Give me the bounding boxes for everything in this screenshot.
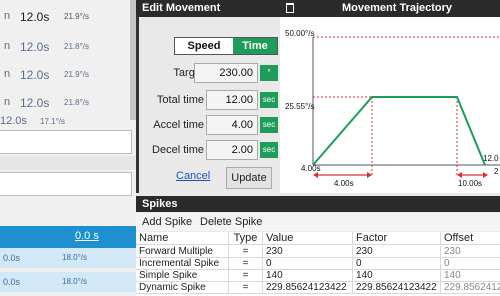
target-row: Target 230.00 ° [136, 63, 286, 83]
speed-time-toggle[interactable]: Speed Time [174, 37, 278, 55]
trajectory-chart: 50.00°/s 25.55°/s 4.00s 4.00s 10.00s 12.… [280, 17, 500, 193]
table-row[interactable]: Forward Multiple = 230 230 230 [136, 246, 500, 258]
accel-time-label: Accel time [153, 119, 204, 131]
spike-value: 230 [262, 246, 352, 258]
spike-factor: 229.85624123422 [352, 282, 440, 294]
start-time-label: 4.00s [301, 164, 321, 173]
list-item-time: 12.0s [0, 115, 27, 127]
list-item-speed: 21.8°/s [64, 98, 89, 107]
spike-type: = [228, 270, 262, 282]
max-speed-label: 50.00°/s [285, 29, 314, 38]
target-field[interactable]: 230.00 [194, 63, 258, 83]
spike-name: Dynamic Spike [139, 282, 206, 293]
end-time-label-2: 2 [494, 167, 499, 176]
accel-time-label: 4.00s [334, 179, 354, 188]
sec-unit: sec [260, 142, 278, 158]
list-item-time: 12.0s [20, 40, 50, 54]
spike-offset: 230 [440, 246, 500, 258]
total-time-label: Total time [156, 94, 204, 106]
movement-list-panel: n 12.0s 21.9°/s n 12.0s 21.8°/s n 12.0s … [0, 0, 136, 296]
decel-time-row: Decel time 2.00 sec [136, 140, 286, 160]
left-input-box[interactable] [0, 130, 132, 154]
selected-row-value[interactable]: 0.0 s [75, 230, 99, 242]
list-item[interactable]: n 12.0s 21.9°/s [0, 64, 130, 86]
list-item-speed: 21.9°/s [64, 12, 89, 21]
left-divider [0, 156, 136, 170]
accel-time-field[interactable]: 4.00 [206, 115, 258, 135]
column-header[interactable]: Type [228, 232, 262, 244]
spike-factor: 0 [352, 258, 440, 270]
table-row[interactable]: Simple Spike = 140 140 140 [136, 270, 500, 282]
mode-time-option[interactable]: Time [233, 38, 277, 54]
add-spike-button[interactable]: Add Spike [142, 216, 192, 228]
row-time: 0.0s [3, 277, 21, 287]
update-button[interactable]: Update [226, 167, 272, 189]
table-header-row: Name Type Value Factor Offset [136, 232, 500, 245]
table-row[interactable]: Dynamic Spike = 229.85624123422 229.8562… [136, 282, 500, 294]
spike-offset: 140 [440, 270, 500, 282]
list-item-speed: 21.9°/s [64, 70, 89, 79]
spike-name: Simple Spike [139, 270, 198, 281]
list-item-name: n [4, 96, 11, 108]
cruise-speed-label: 25.55°/s [285, 102, 314, 111]
left-input-box-2[interactable] [0, 172, 132, 196]
list-item-speed: 17.1°/s [40, 117, 65, 126]
row-speed: 18.0°/s [62, 253, 87, 262]
list-item-name: n [4, 68, 11, 80]
decel-time-label: Decel time [152, 144, 204, 156]
decel-time-label: 10.00s [458, 179, 482, 188]
column-header[interactable]: Name [136, 232, 228, 244]
accel-time-row: Accel time 4.00 sec [136, 115, 286, 135]
spike-value: 140 [262, 270, 352, 282]
total-time-field[interactable]: 12.00 [206, 90, 258, 110]
row-time: 0.0s [3, 253, 21, 263]
list-item-time: 12.0s [20, 68, 50, 82]
decel-time-field[interactable]: 2.00 [206, 140, 258, 160]
spike-name: Incremental Spike [139, 258, 220, 269]
sec-unit: sec [260, 117, 278, 133]
table-row[interactable]: 0.0s 18.0°/s [0, 272, 136, 292]
degree-unit: ° [260, 65, 278, 81]
spike-name: Forward Multiple [139, 246, 213, 257]
list-item[interactable]: n 12.0s 21.9°/s [0, 6, 130, 28]
spike-value: 229.85624123422 [262, 282, 352, 294]
list-item-name: n [4, 40, 11, 52]
panel-header: Edit Movement Movement Trajectory [136, 0, 500, 17]
trash-icon[interactable] [286, 3, 294, 13]
selected-row[interactable]: 0.0 s [0, 226, 136, 248]
row-speed: 18.0°/s [62, 277, 87, 286]
spike-factor: 230 [352, 246, 440, 258]
total-time-row: Total time 12.00 sec [136, 90, 286, 110]
spike-type: = [228, 282, 262, 294]
spikes-table: Name Type Value Factor Offset Forward Mu… [136, 232, 500, 296]
list-item-name: n [4, 10, 11, 22]
list-item-time: 12.0s [20, 10, 50, 24]
table-row[interactable]: Incremental Spike = 0 0 0 [136, 258, 500, 270]
spike-factor: 140 [352, 270, 440, 282]
cancel-link[interactable]: Cancel [176, 170, 210, 182]
edit-movement-title: Edit Movement [142, 2, 221, 14]
spike-offset: 0 [440, 258, 500, 270]
sec-unit: sec [260, 92, 278, 108]
end-time-label: 12.0 [483, 154, 499, 163]
column-header[interactable]: Value [262, 232, 352, 244]
list-item-time: 12.0s [20, 96, 50, 110]
spikes-toolbar: Add Spike Delete Spike [136, 213, 500, 231]
spike-value: 0 [262, 258, 352, 270]
delete-spike-button[interactable]: Delete Spike [200, 216, 262, 228]
spikes-header: Spikes [136, 196, 500, 212]
column-header[interactable]: Offset [440, 232, 500, 244]
column-header[interactable]: Factor [352, 232, 440, 244]
mode-speed-option[interactable]: Speed [175, 38, 233, 54]
spike-offset: 229.85624123 [440, 282, 500, 294]
trajectory-title: Movement Trajectory [342, 2, 453, 14]
spike-type: = [228, 246, 262, 258]
table-row[interactable]: 0.0s 18.0°/s [0, 248, 136, 268]
spike-type: = [228, 258, 262, 270]
list-item-speed: 21.8°/s [64, 42, 89, 51]
edit-panel: Edit Movement Movement Trajectory Speed … [136, 0, 500, 296]
list-item[interactable]: n 12.0s 21.8°/s [0, 36, 130, 58]
